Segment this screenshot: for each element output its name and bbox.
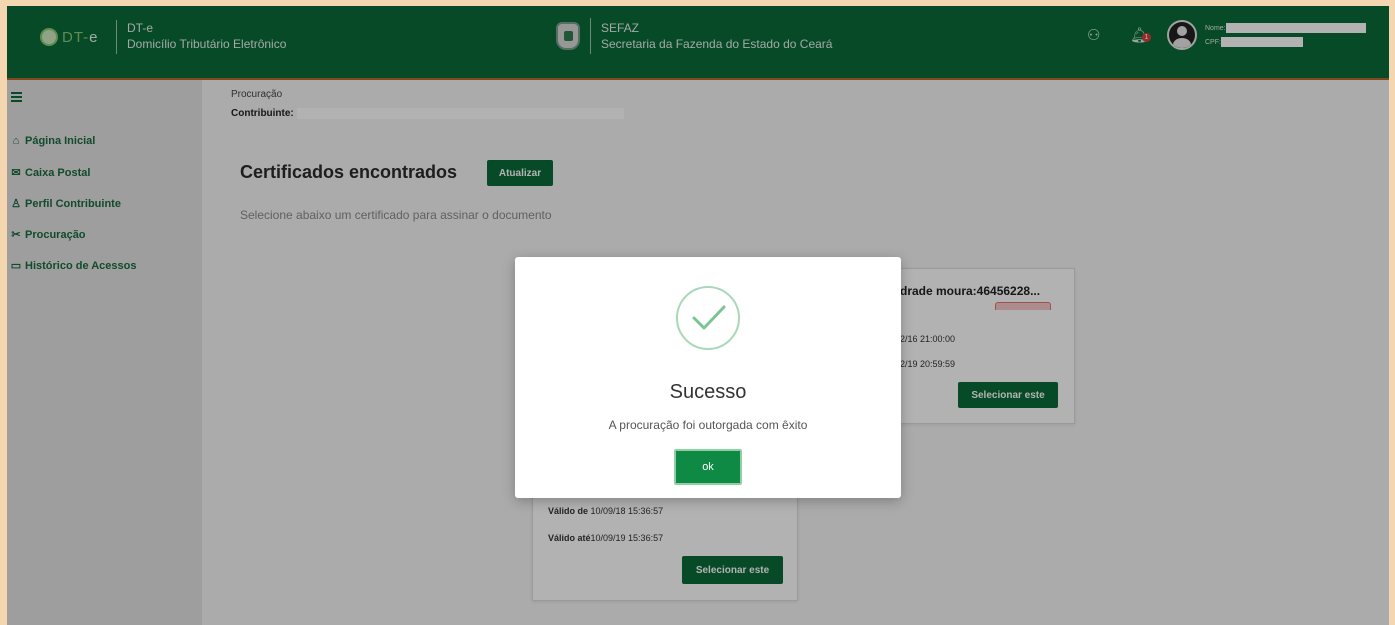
app-window: DT-e DT-e Domicílio Tributário Eletrônic…: [7, 6, 1389, 625]
dialog-title: Sucesso: [669, 381, 747, 403]
dialog-message: A procuração foi outorgada com êxito: [608, 418, 808, 432]
success-dialog: Sucesso A procuração foi outorgada com ê…: [515, 257, 901, 498]
check-circle-icon: [676, 286, 740, 350]
ok-button[interactable]: ok: [674, 449, 742, 485]
